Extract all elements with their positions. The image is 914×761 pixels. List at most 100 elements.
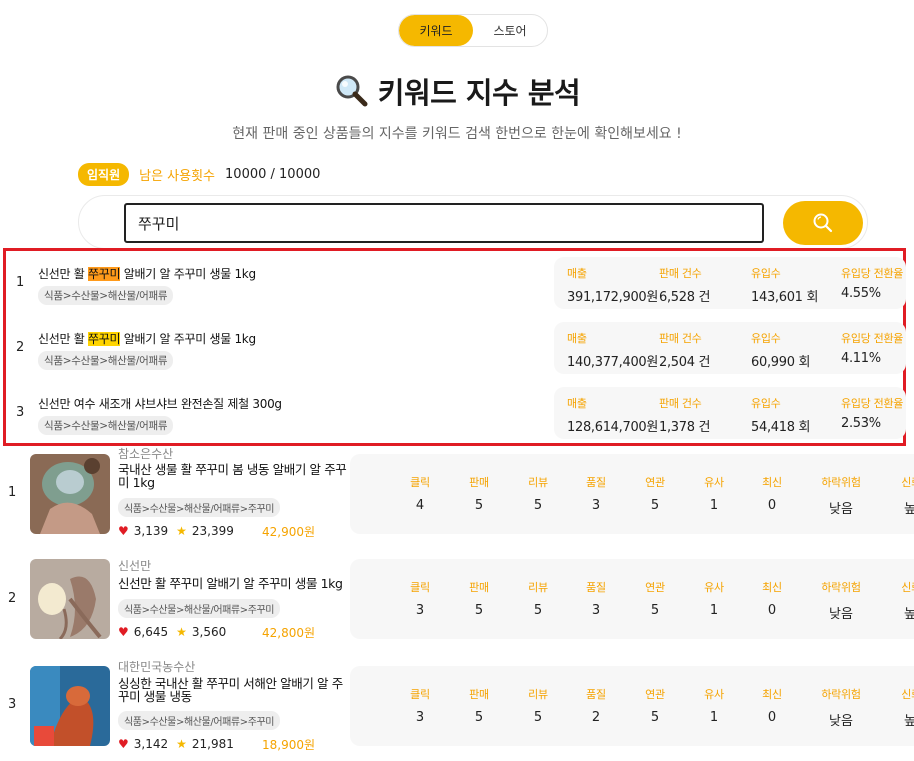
product-row[interactable]: 2 신선만 신선만 활 쭈꾸미 알배기 알 주꾸미 생물 1kg 식품>수산물>… xyxy=(0,555,914,655)
stat-trust: 높음 xyxy=(904,607,914,622)
product-thumbnail[interactable] xyxy=(30,666,110,746)
tab-keyword[interactable]: 키워드 xyxy=(399,15,473,46)
product-thumbnail[interactable] xyxy=(30,559,110,639)
stat-label-count: 판매 건수 xyxy=(659,397,702,410)
product-stats: 클릭 3 판매 5 리뷰 5 품질 3 연관 5 유사 1 최신 0 하락위험낮음 신뢰도높음 xyxy=(350,559,914,639)
product-name: 신선만 활 쭈꾸미 알배기 알 주꾸미 생물 1kg xyxy=(38,267,256,281)
stat-label-related: 연관 xyxy=(645,476,665,489)
product-title[interactable]: 신선만 활 쭈꾸미 알배기 알 주꾸미 생물 1kg xyxy=(118,577,353,590)
stat-sale: 5 xyxy=(474,710,484,725)
rank: 1 xyxy=(8,485,17,500)
product-name: 신선만 여수 새조개 샤브샤브 완전손질 제철 300g xyxy=(38,397,282,411)
stat-label-visits: 유입수 xyxy=(751,397,781,410)
keyword-result-row[interactable]: 2 신선만 활 쭈꾸미 알배기 알 주꾸미 생물 1kg 식품>수산물>해산물/… xyxy=(6,318,909,378)
stat-sale: 5 xyxy=(474,498,484,513)
review-count: 23,399 xyxy=(191,524,234,538)
rank: 3 xyxy=(8,697,17,712)
stat-label-visits: 유입수 xyxy=(751,267,781,280)
product-meta: ♥ 3,142 ★ 21,981 18,900원 xyxy=(118,737,358,752)
star-icon: ★ xyxy=(176,524,187,538)
role-badge: 임직원 xyxy=(78,163,130,186)
stat-related: 5 xyxy=(650,603,660,618)
keyword-result-row[interactable]: 1 신선만 활 쭈꾸미 알배기 알 주꾸미 생물 1kg 식품>수산물>해산물/… xyxy=(6,253,909,313)
stat-label-click: 클릭 xyxy=(410,688,430,701)
stat-review: 5 xyxy=(533,603,543,618)
stat-label-recent: 최신 xyxy=(762,688,782,701)
stat-click: 3 xyxy=(415,603,425,618)
store-name: 신선만 xyxy=(118,559,152,573)
stat-label-similar: 유사 xyxy=(704,688,724,701)
stat-review: 5 xyxy=(533,498,543,513)
tab-store[interactable]: 스토어 xyxy=(473,15,547,46)
stat-label-sales: 매출 xyxy=(567,397,587,410)
product-row[interactable]: 3 대한민국농수산 싱싱한 국내산 활 쭈꾸미 서해안 알배기 알 주꾸미 생물… xyxy=(0,660,914,761)
category-tag: 식품>수산물>해산물/어패류>주꾸미 xyxy=(118,599,281,618)
stat-label-sales: 매출 xyxy=(567,267,587,280)
stat-quality: 3 xyxy=(591,498,601,513)
keyword-stats: 매출 391,172,900원 판매 건수 6,528 건 유입수 143,601 회… xyxy=(554,257,906,309)
stat-risk: 낮음 xyxy=(829,607,853,622)
stat-label-click: 클릭 xyxy=(410,581,430,594)
stat-risk: 낮음 xyxy=(829,502,853,517)
stat-label-recent: 최신 xyxy=(762,581,782,594)
stat-conversion: 2.53% xyxy=(841,416,881,431)
rank: 2 xyxy=(16,340,25,355)
stat-label-review: 리뷰 xyxy=(528,581,548,594)
stat-label-trust: 신뢰도 xyxy=(901,476,914,489)
stat-label-count: 판매 건수 xyxy=(659,267,702,280)
keyword-stats: 매출 140,377,400원 판매 건수 2,504 건 유입수 60,990 회 … xyxy=(554,322,906,374)
stat-sale: 5 xyxy=(474,603,484,618)
stat-label-visits: 유입수 xyxy=(751,332,781,345)
stat-label-related: 연관 xyxy=(645,688,665,701)
stat-conversion: 4.55% xyxy=(841,286,881,301)
rank: 3 xyxy=(16,405,25,420)
stat-quality: 2 xyxy=(591,710,601,725)
stat-label-related: 연관 xyxy=(645,581,665,594)
stat-label-similar: 유사 xyxy=(704,476,724,489)
page-title: 키워드 지수 분석 xyxy=(377,76,581,110)
keyword-results-highlight: 1 신선만 활 쭈꾸미 알배기 알 주꾸미 생물 1kg 식품>수산물>해산물/… xyxy=(3,248,906,446)
product-name: 신선만 활 쭈꾸미 알배기 알 주꾸미 생물 1kg xyxy=(38,332,256,346)
stat-similar: 1 xyxy=(709,603,719,618)
product-stats: 클릭 4 판매 5 리뷰 5 품질 3 연관 5 유사 1 최신 0 하락위험낮음 신뢰도높음 xyxy=(350,454,914,534)
keyword-result-row[interactable]: 3 신선만 여수 새조개 샤브샤브 완전손질 제철 300g 식품>수산물>해산… xyxy=(6,383,909,443)
stat-similar: 1 xyxy=(709,498,719,513)
heart-icon: ♥ xyxy=(118,737,129,751)
stat-label-sale: 판매 xyxy=(469,476,489,489)
category-tag: 식품>수산물>해산물/어패류>주꾸미 xyxy=(118,711,281,730)
stat-trust: 높음 xyxy=(904,714,914,729)
stat-count: 1,378 건 xyxy=(659,420,711,435)
search-icon xyxy=(813,213,833,233)
stat-click: 3 xyxy=(415,710,425,725)
stat-label-recent: 최신 xyxy=(762,476,782,489)
rank: 2 xyxy=(8,591,17,606)
stat-label-conversion: 유입당 전환율 xyxy=(841,267,904,280)
search-button[interactable] xyxy=(783,201,863,245)
review-count: 21,981 xyxy=(191,737,234,751)
keyword-stats: 매출 128,614,700원 판매 건수 1,378 건 유입수 54,418 회 … xyxy=(554,387,906,439)
stat-quality: 3 xyxy=(591,603,601,618)
product-thumbnail[interactable] xyxy=(30,454,110,534)
stat-label-quality: 품질 xyxy=(586,688,606,701)
star-icon: ★ xyxy=(176,625,187,639)
heart-icon: ♥ xyxy=(118,625,129,639)
category-tag: 식품>수산물>해산물/어패류 xyxy=(38,286,174,305)
stat-review: 5 xyxy=(533,710,543,725)
stat-label-similar: 유사 xyxy=(704,581,724,594)
search-input[interactable] xyxy=(124,203,764,243)
review-count: 3,560 xyxy=(191,625,227,639)
stat-label-conversion: 유입당 전환율 xyxy=(841,397,904,410)
category-tag: 식품>수산물>해산물/어패류>주꾸미 xyxy=(118,498,281,517)
stat-risk: 낮음 xyxy=(829,714,853,729)
stat-label-sale: 판매 xyxy=(469,688,489,701)
stat-label-click: 클릭 xyxy=(410,476,430,489)
product-row[interactable]: 1 참소은수산 국내산 생물 활 쭈꾸미 봄 냉동 알배기 알 주꾸미 1kg … xyxy=(0,447,914,549)
keyword-highlight: 쭈꾸미 xyxy=(88,267,121,281)
stat-label-risk: 하락위험 xyxy=(821,476,861,489)
store-name: 참소은수산 xyxy=(118,447,174,461)
stat-sales: 128,614,700원 xyxy=(567,420,659,435)
product-title[interactable]: 국내산 생물 활 쭈꾸미 봄 냉동 알배기 알 주꾸미 1kg xyxy=(118,463,353,489)
store-name: 대한민국농수산 xyxy=(118,660,196,674)
product-title[interactable]: 싱싱한 국내산 활 쭈꾸미 서해안 알배기 알 주꾸미 생물 냉동 xyxy=(118,677,353,703)
price: 18,900원 xyxy=(262,737,316,752)
